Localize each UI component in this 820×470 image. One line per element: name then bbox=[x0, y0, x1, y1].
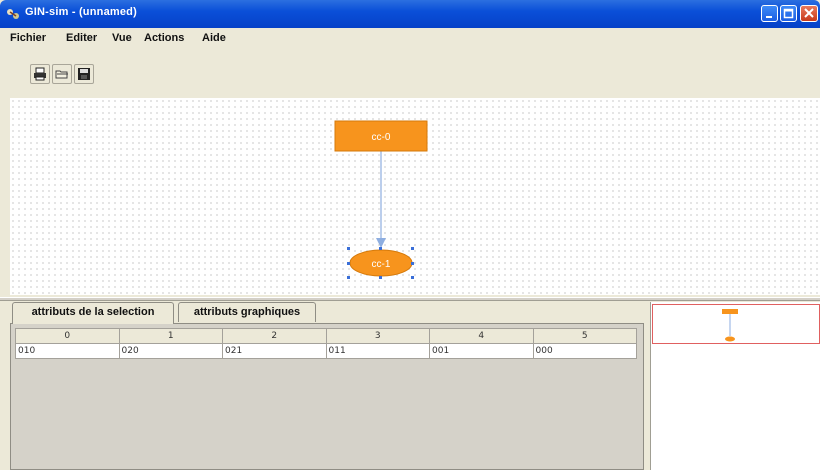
table-cell[interactable]: 020 bbox=[118, 343, 223, 359]
node-label: cc-0 bbox=[372, 132, 391, 143]
maximize-icon bbox=[783, 8, 794, 19]
attributes-panel: attributs de la selection attributs grap… bbox=[10, 302, 644, 470]
print-button[interactable] bbox=[30, 64, 50, 84]
column-header[interactable]: 1 bbox=[118, 328, 223, 344]
state-table: 0 1 2 3 4 5 010 020 021 011 001 000 bbox=[15, 328, 637, 359]
menu-editer[interactable]: Editer bbox=[66, 32, 97, 44]
table-cell[interactable]: 001 bbox=[429, 343, 534, 359]
close-icon bbox=[804, 8, 814, 18]
graph-canvas[interactable]: cc-0 cc-1 bbox=[10, 98, 820, 295]
menu-bar: Fichier Editer Vue Actions Aide bbox=[0, 28, 820, 48]
menu-aide[interactable]: Aide bbox=[202, 32, 226, 44]
edge-arrowhead bbox=[376, 238, 386, 248]
graph-svg: cc-0 cc-1 bbox=[334, 120, 428, 279]
maximize-button[interactable] bbox=[780, 5, 797, 22]
table-row: 010 020 021 011 001 000 bbox=[15, 343, 637, 359]
open-folder-icon bbox=[55, 70, 68, 79]
print-icon bbox=[34, 67, 46, 81]
node-cc-0[interactable]: cc-0 bbox=[334, 120, 428, 152]
column-header[interactable]: 5 bbox=[532, 328, 637, 344]
tab-attributs-graphiques[interactable]: attributs graphiques bbox=[178, 302, 316, 322]
table-cell[interactable]: 021 bbox=[222, 343, 327, 359]
menu-vue[interactable]: Vue bbox=[112, 32, 132, 44]
table-cell[interactable]: 000 bbox=[532, 343, 637, 359]
tab-panel: 0 1 2 3 4 5 010 020 021 011 001 000 bbox=[10, 323, 644, 470]
close-button[interactable] bbox=[800, 5, 818, 22]
open-button[interactable] bbox=[52, 64, 72, 84]
app-icon bbox=[7, 9, 19, 19]
column-header[interactable]: 3 bbox=[325, 328, 430, 344]
menu-fichier[interactable]: Fichier bbox=[10, 32, 46, 44]
overview-viewport-frame[interactable] bbox=[652, 304, 820, 344]
save-button[interactable] bbox=[74, 64, 94, 84]
menu-actions[interactable]: Actions bbox=[144, 32, 184, 44]
window-title: GIN-sim - (unnamed) bbox=[25, 6, 137, 18]
node-label: cc-1 bbox=[372, 259, 391, 270]
table-cell[interactable]: 010 bbox=[15, 343, 120, 359]
splitter[interactable] bbox=[0, 297, 820, 301]
column-header[interactable]: 4 bbox=[429, 328, 534, 344]
minimize-button[interactable] bbox=[761, 5, 778, 22]
node-cc-1[interactable]: cc-1 bbox=[347, 247, 414, 279]
column-header[interactable]: 0 bbox=[15, 328, 120, 344]
tab-attributs-selection[interactable]: attributs de la selection bbox=[12, 302, 174, 324]
table-header-row: 0 1 2 3 4 5 bbox=[15, 328, 637, 344]
minimize-icon bbox=[766, 16, 772, 18]
column-header[interactable]: 2 bbox=[222, 328, 327, 344]
save-disk-icon bbox=[78, 68, 90, 80]
toolbar bbox=[8, 64, 108, 90]
table-cell[interactable]: 011 bbox=[325, 343, 430, 359]
title-bar: GIN-sim - (unnamed) bbox=[0, 0, 820, 28]
